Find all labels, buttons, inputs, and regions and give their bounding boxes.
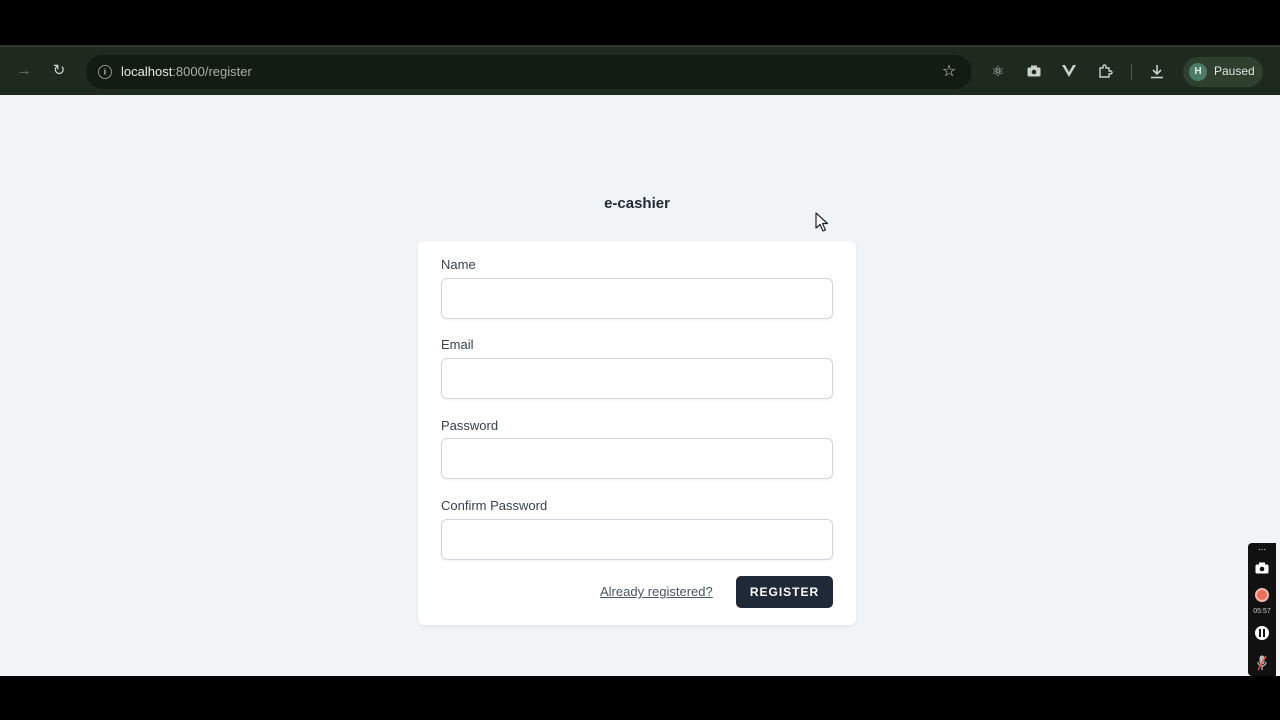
profile-status: Paused: [1214, 64, 1255, 78]
extensions-puzzle-icon[interactable]: [1094, 60, 1116, 82]
download-icon[interactable]: [1146, 60, 1168, 82]
url-host: localhost: [121, 64, 173, 79]
react-devtools-icon[interactable]: ⚛: [987, 60, 1009, 82]
avatar: H: [1189, 63, 1207, 81]
register-button[interactable]: REGISTER: [736, 576, 833, 608]
profile-button[interactable]: H Paused: [1183, 57, 1263, 87]
reload-icon[interactable]: ↻: [48, 60, 70, 82]
record-indicator-icon[interactable]: [1255, 588, 1269, 602]
recorder-mic-icon[interactable]: [1248, 655, 1276, 676]
bookmark-star-icon[interactable]: ☆: [938, 61, 960, 83]
email-label: Email: [441, 337, 474, 352]
url-path: :8000/register: [172, 64, 252, 79]
name-label: Name: [441, 257, 476, 272]
name-input[interactable]: [441, 278, 833, 319]
recorder-menu-icon[interactable]: ⋯: [1248, 545, 1276, 554]
page-viewport: e-cashier Name Email Password Confirm Pa…: [0, 95, 1280, 676]
password-label: Password: [441, 418, 499, 433]
screen-top-bar: [0, 0, 1280, 45]
vue-devtools-icon[interactable]: [1058, 60, 1080, 82]
browser-toolbar: → ↻ i localhost:8000/register ☆ ⚛ H Paus…: [0, 45, 1280, 95]
mouse-cursor-icon: [815, 212, 829, 232]
url-text[interactable]: localhost:8000/register: [121, 64, 252, 79]
recording-time: 05:57: [1253, 608, 1271, 615]
site-info-icon[interactable]: i: [98, 65, 112, 79]
screen-bottom-bar: [0, 676, 1280, 720]
forward-arrow-icon[interactable]: →: [13, 60, 35, 82]
email-input[interactable]: [441, 358, 833, 399]
screen-recorder-panel: ⋯ 05:57: [1248, 543, 1276, 676]
register-form: Name Email Password Confirm Password Alr…: [418, 241, 856, 625]
toolbar-separator: [1131, 64, 1132, 80]
recorder-camera-icon[interactable]: [1248, 561, 1276, 579]
password-input[interactable]: [441, 438, 833, 479]
confirm-password-input[interactable]: [441, 519, 833, 560]
already-registered-link[interactable]: Already registered?: [600, 584, 713, 599]
confirm-password-label: Confirm Password: [441, 498, 548, 513]
camera-extension-icon[interactable]: [1023, 60, 1045, 82]
page-title: e-cashier: [604, 195, 670, 212]
address-bar[interactable]: i localhost:8000/register ☆: [86, 55, 972, 89]
recorder-pause-icon[interactable]: [1255, 626, 1269, 640]
